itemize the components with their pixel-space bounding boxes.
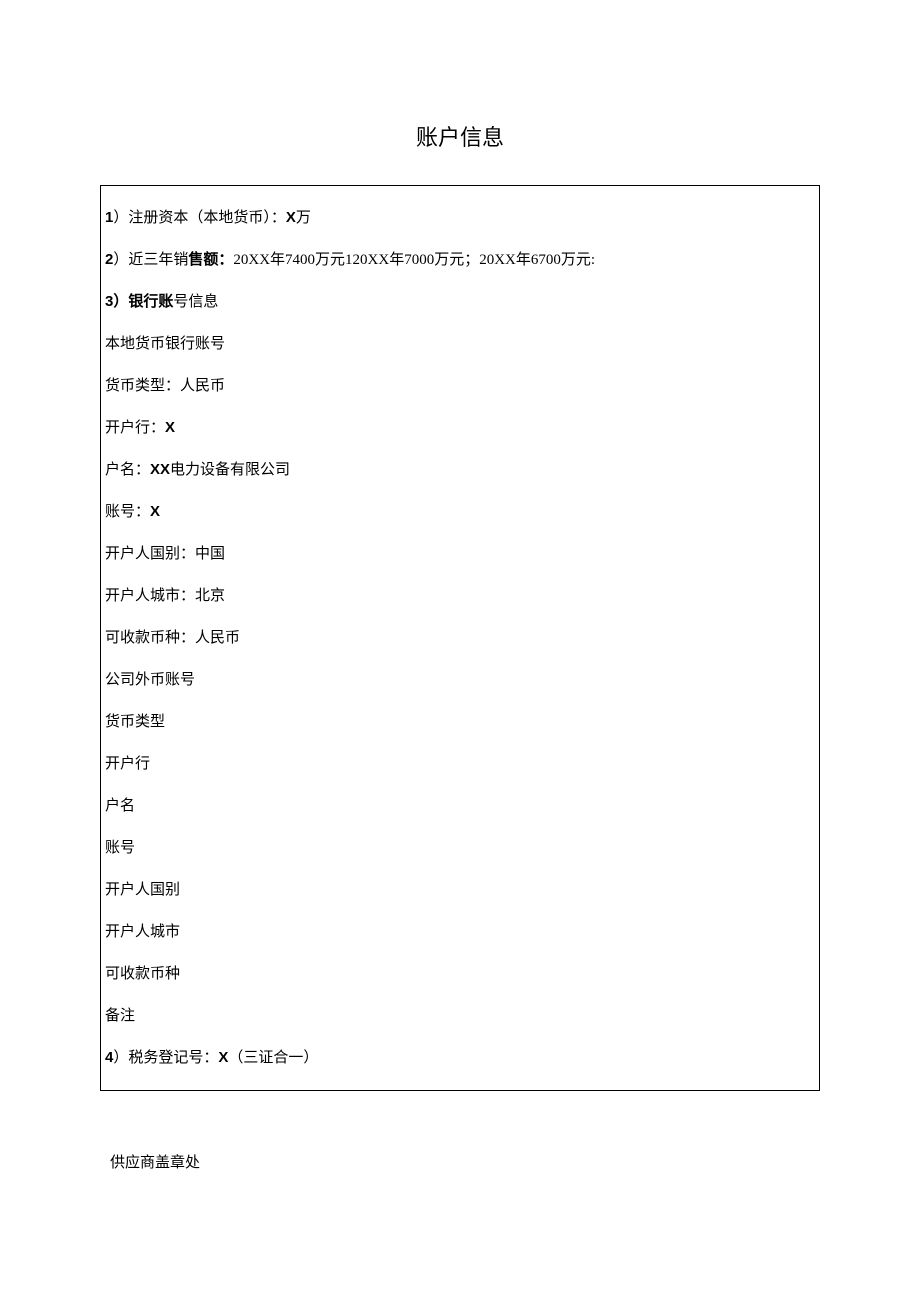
row-currency-type: 货币类型：人民币 (105, 370, 815, 402)
row-city: 开户人城市：北京 (105, 580, 815, 612)
supplier-stamp-label: 供应商盖章处 (110, 1151, 820, 1175)
suffix: 号信息 (173, 294, 218, 310)
row-currency-type-2: 货币类型 (105, 706, 815, 738)
row-bank-2: 开户行 (105, 748, 815, 780)
row-account-name-2: 户名 (105, 790, 815, 822)
row-sales: 2）近三年销售额：20XX年7400万元120XX年7000万元；20XX年67… (105, 244, 815, 276)
row-account-number: 账号：X (105, 496, 815, 528)
value-x: X (218, 1049, 228, 1066)
value-x: X (165, 419, 175, 436)
value-x: X (286, 209, 296, 226)
value-x: X (150, 503, 160, 520)
info-box: 1）注册资本（本地货币）：X万 2）近三年销售额：20XX年7400万元120X… (100, 185, 820, 1091)
row-receivable-currency: 可收款币种：人民币 (105, 622, 815, 654)
sales-values: 20XX年7400万元120XX年7000万元；20XX年6700万元: (233, 252, 595, 268)
label: 户名： (105, 462, 150, 478)
row-remark: 备注 (105, 1000, 815, 1032)
label: 开户行： (105, 420, 165, 436)
row-city-2: 开户人城市 (105, 916, 815, 948)
row-bank-info-header: 3）银行账号信息 (105, 286, 815, 318)
suffix: 万 (296, 210, 311, 226)
bold-text: 售额： (188, 251, 233, 268)
page-title: 账户信息 (100, 120, 820, 155)
label: 账号： (105, 504, 150, 520)
row-registered-capital: 1）注册资本（本地货币）：X万 (105, 202, 815, 234)
row-foreign-account: 公司外币账号 (105, 664, 815, 696)
row-bank: 开户行：X (105, 412, 815, 444)
row-account-name: 户名：XX电力设备有限公司 (105, 454, 815, 486)
row-receivable-currency-2: 可收款币种 (105, 958, 815, 990)
row-country: 开户人国别：中国 (105, 538, 815, 570)
suffix: 电力设备有限公司 (170, 462, 290, 478)
row-country-2: 开户人国别 (105, 874, 815, 906)
label: ）银行账 (113, 293, 173, 310)
text: ）注册资本（本地货币）： (113, 210, 286, 226)
row-tax-registration: 4）税务登记号：X（三证合一） (105, 1042, 815, 1074)
row-account-number-2: 账号 (105, 832, 815, 864)
row-local-currency-account: 本地货币银行账号 (105, 328, 815, 360)
value-xx: XX (150, 461, 170, 478)
text: ）近三年销 (113, 252, 188, 268)
text: ）税务登记号： (113, 1050, 218, 1066)
suffix: （三证合一） (228, 1050, 318, 1066)
